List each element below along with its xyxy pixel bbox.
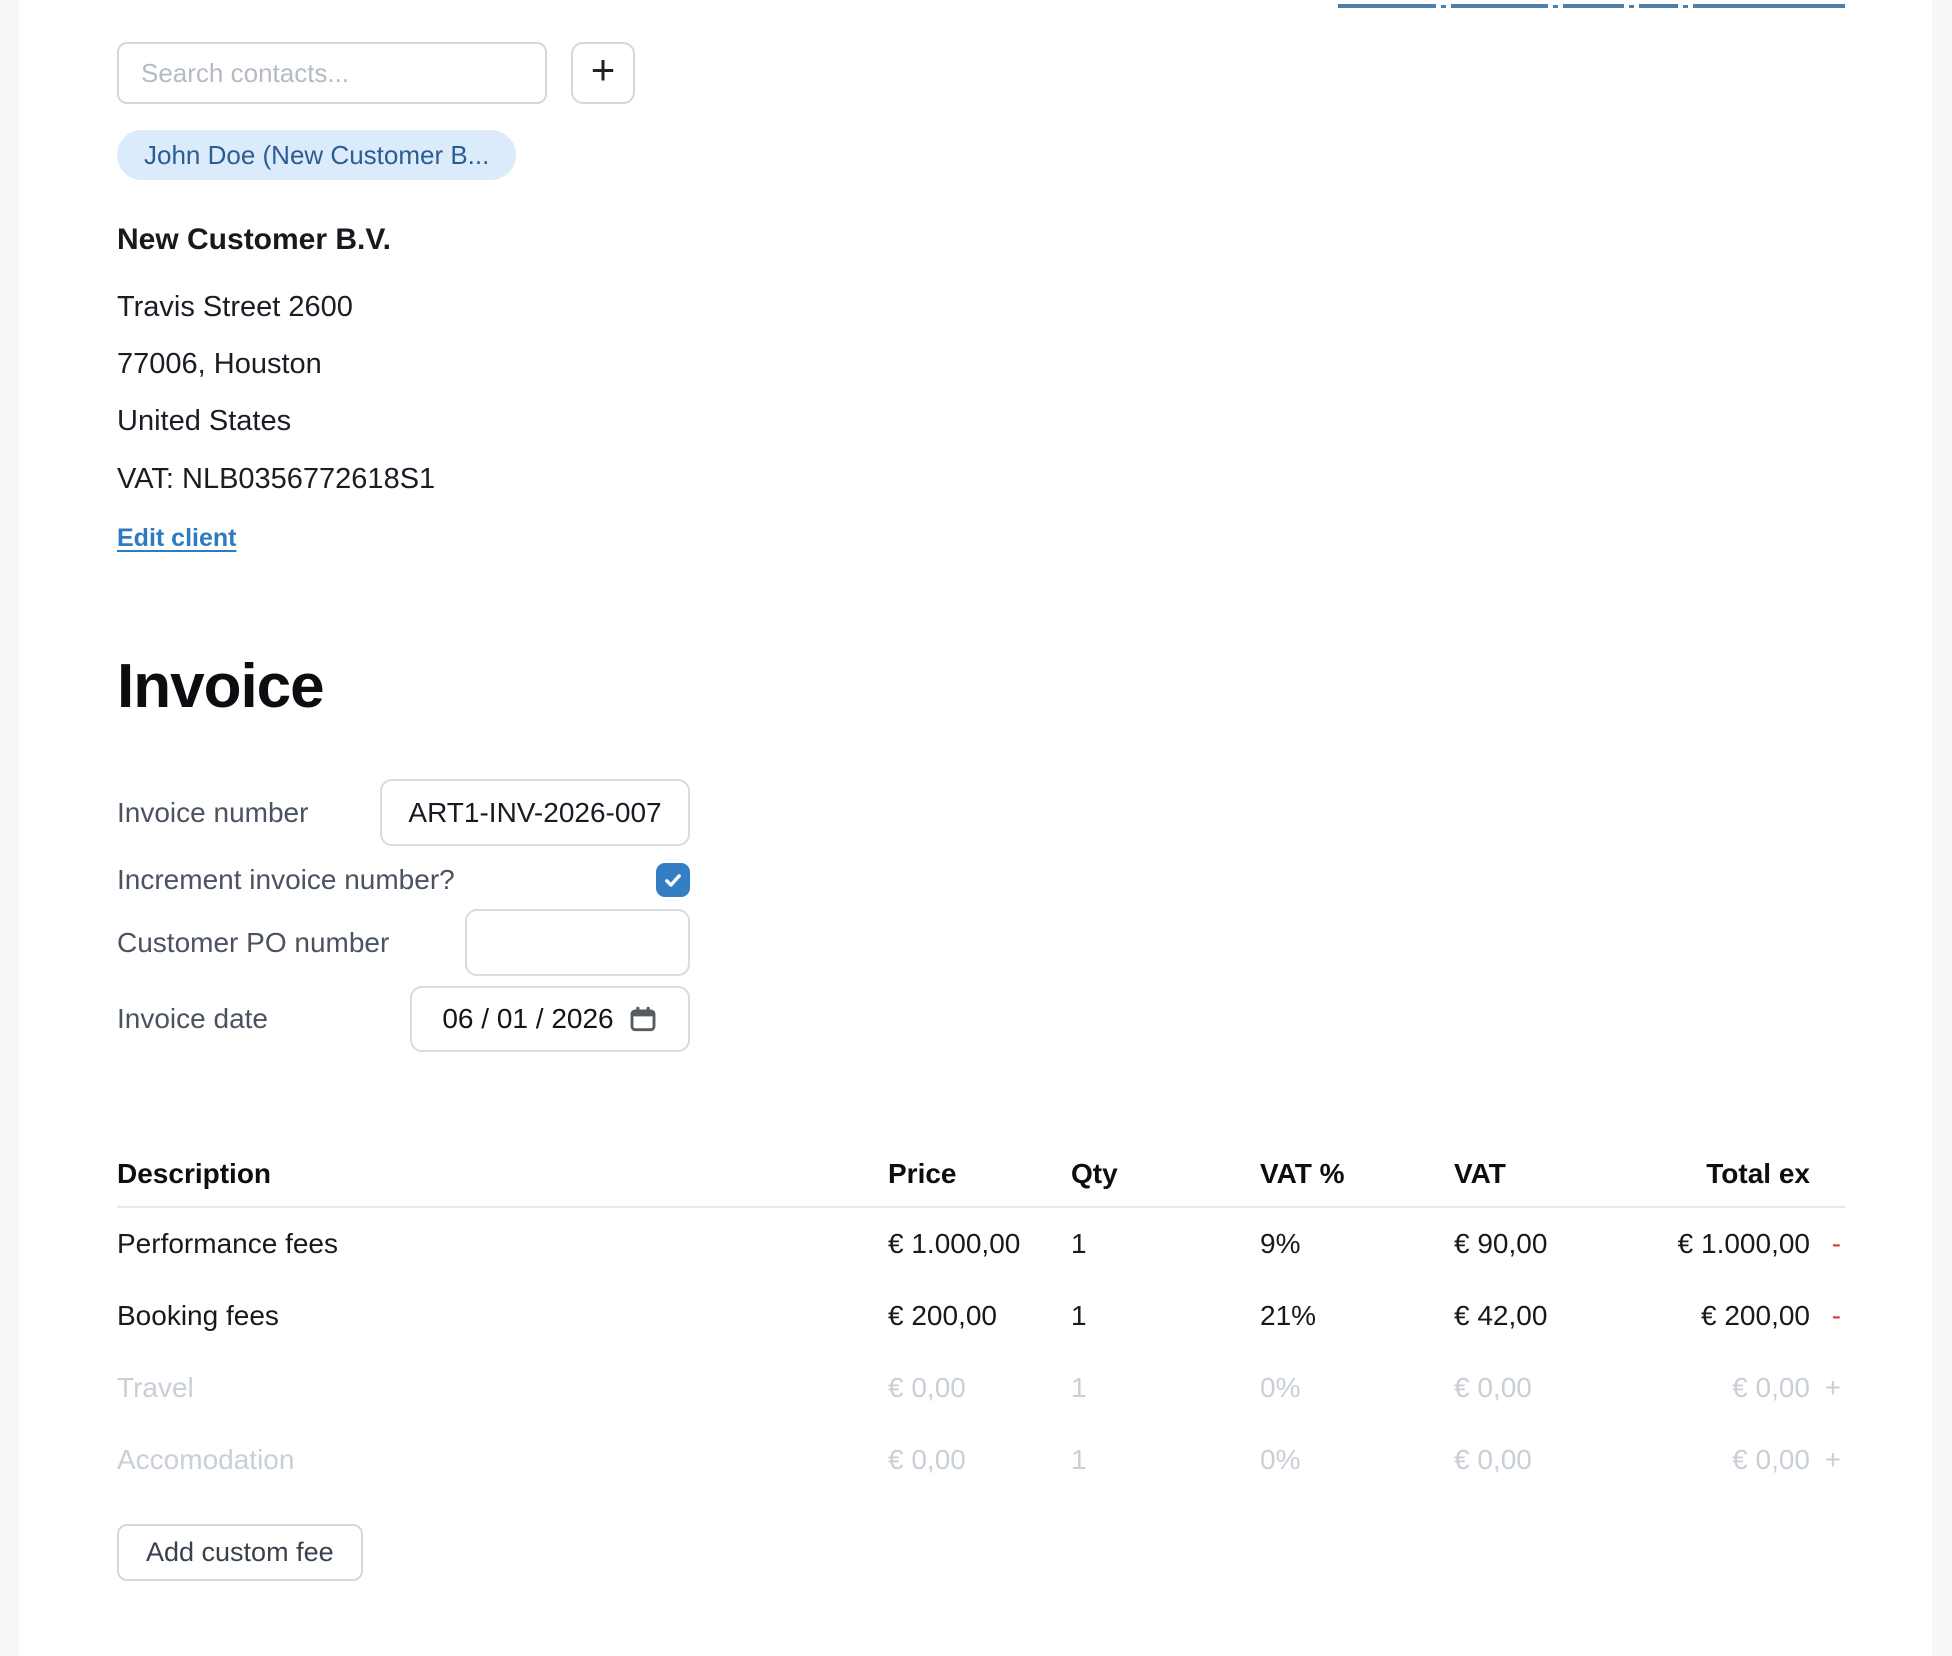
table-row: Booking fees € 200,00 1 21% € 42,00 € 20… [117, 1280, 1845, 1352]
fee-vat-pct: 21% [1260, 1300, 1454, 1332]
invoice-date-value: 06 / 01 / 2026 [442, 1003, 613, 1035]
customer-po-label: Customer PO number [117, 927, 389, 959]
invoice-number-label: Invoice number [117, 797, 308, 829]
invoice-date-label: Invoice date [117, 1003, 268, 1035]
fee-description: Booking fees [117, 1300, 888, 1332]
calendar-icon[interactable] [628, 1004, 658, 1034]
fee-total-ex: € 1.000,00 [1645, 1228, 1810, 1260]
comma-separator [1441, 5, 1446, 8]
client-name: New Customer B.V. [117, 222, 1845, 258]
selected-contact-chip[interactable]: John Doe (New Customer B... [117, 130, 516, 180]
remove-fee-button[interactable]: - [1832, 1228, 1841, 1259]
fee-vat: € 90,00 [1454, 1228, 1645, 1260]
fee-qty: 1 [1071, 1300, 1260, 1332]
fee-description: Accomodation [117, 1444, 888, 1476]
invoice-form: Invoice number Increment invoice number?… [117, 779, 690, 1052]
fee-vat-pct: 9% [1260, 1228, 1454, 1260]
fee-description: Performance fees [117, 1228, 888, 1260]
column-header-vat-pct: VAT % [1260, 1158, 1454, 1190]
client-vat: VAT: NLB0356772618S1 [117, 462, 1845, 496]
fee-price: € 1.000,00 [888, 1228, 1071, 1260]
fee-vat: € 42,00 [1454, 1300, 1645, 1332]
header-link[interactable] [1639, 0, 1678, 8]
page-title: Invoice [117, 649, 1845, 725]
fee-price: € 0,00 [888, 1372, 1071, 1404]
table-row-disabled: Travel € 0,00 1 0% € 0,00 € 0,00 + [117, 1352, 1845, 1424]
column-header-vat: VAT [1454, 1158, 1645, 1190]
search-contacts-input[interactable] [117, 42, 547, 104]
add-contact-button[interactable]: + [571, 42, 635, 104]
fee-vat: € 0,00 [1454, 1444, 1645, 1476]
column-header-total-ex: Total ex [1645, 1158, 1810, 1190]
fee-total-ex: € 0,00 [1645, 1372, 1810, 1404]
increment-checkbox[interactable] [656, 863, 690, 897]
column-header-qty: Qty [1071, 1158, 1260, 1190]
table-row: Performance fees € 1.000,00 1 9% € 90,00… [117, 1208, 1845, 1280]
header-link[interactable] [1563, 0, 1624, 8]
fee-vat-pct: 0% [1260, 1372, 1454, 1404]
increment-invoice-label: Increment invoice number? [117, 864, 455, 896]
fee-total-ex: € 0,00 [1645, 1444, 1810, 1476]
column-header-price: Price [888, 1158, 1071, 1190]
client-address-city: 77006, Houston [117, 336, 1845, 393]
add-fee-button[interactable]: + [1825, 1444, 1841, 1475]
remove-fee-button[interactable]: - [1832, 1300, 1841, 1331]
add-custom-fee-button[interactable]: Add custom fee [117, 1524, 363, 1581]
fee-vat: € 0,00 [1454, 1372, 1645, 1404]
client-address: Travis Street 2600 77006, Houston United… [117, 279, 1845, 450]
comma-separator [1553, 5, 1558, 8]
header-link[interactable] [1451, 0, 1548, 8]
fees-table-header: Description Price Qty VAT % VAT Total ex [117, 1142, 1845, 1208]
invoice-date-input[interactable]: 06 / 01 / 2026 [410, 986, 690, 1052]
top-truncated-links [117, 0, 1845, 8]
page-panel: + John Doe (New Customer B... New Custom… [19, 0, 1932, 1656]
client-address-street: Travis Street 2600 [117, 279, 1845, 336]
client-address-country: United States [117, 393, 1845, 450]
fee-qty: 1 [1071, 1372, 1260, 1404]
add-fee-button[interactable]: + [1825, 1372, 1841, 1403]
fee-vat-pct: 0% [1260, 1444, 1454, 1476]
column-header-description: Description [117, 1158, 888, 1190]
fee-price: € 0,00 [888, 1444, 1071, 1476]
comma-separator [1629, 5, 1634, 8]
fee-total-ex: € 200,00 [1645, 1300, 1810, 1332]
customer-po-input[interactable] [465, 909, 690, 976]
check-icon [663, 870, 683, 890]
table-row-disabled: Accomodation € 0,00 1 0% € 0,00 € 0,00 + [117, 1424, 1845, 1496]
fee-description: Travel [117, 1372, 888, 1404]
fee-qty: 1 [1071, 1228, 1260, 1260]
fee-qty: 1 [1071, 1444, 1260, 1476]
contact-picker: + [117, 42, 1845, 104]
header-link[interactable] [1693, 0, 1845, 8]
invoice-number-input[interactable] [380, 779, 690, 846]
comma-separator [1683, 5, 1688, 8]
fee-price: € 200,00 [888, 1300, 1071, 1332]
header-link[interactable] [1338, 0, 1436, 8]
edit-client-link[interactable]: Edit client [117, 524, 236, 553]
